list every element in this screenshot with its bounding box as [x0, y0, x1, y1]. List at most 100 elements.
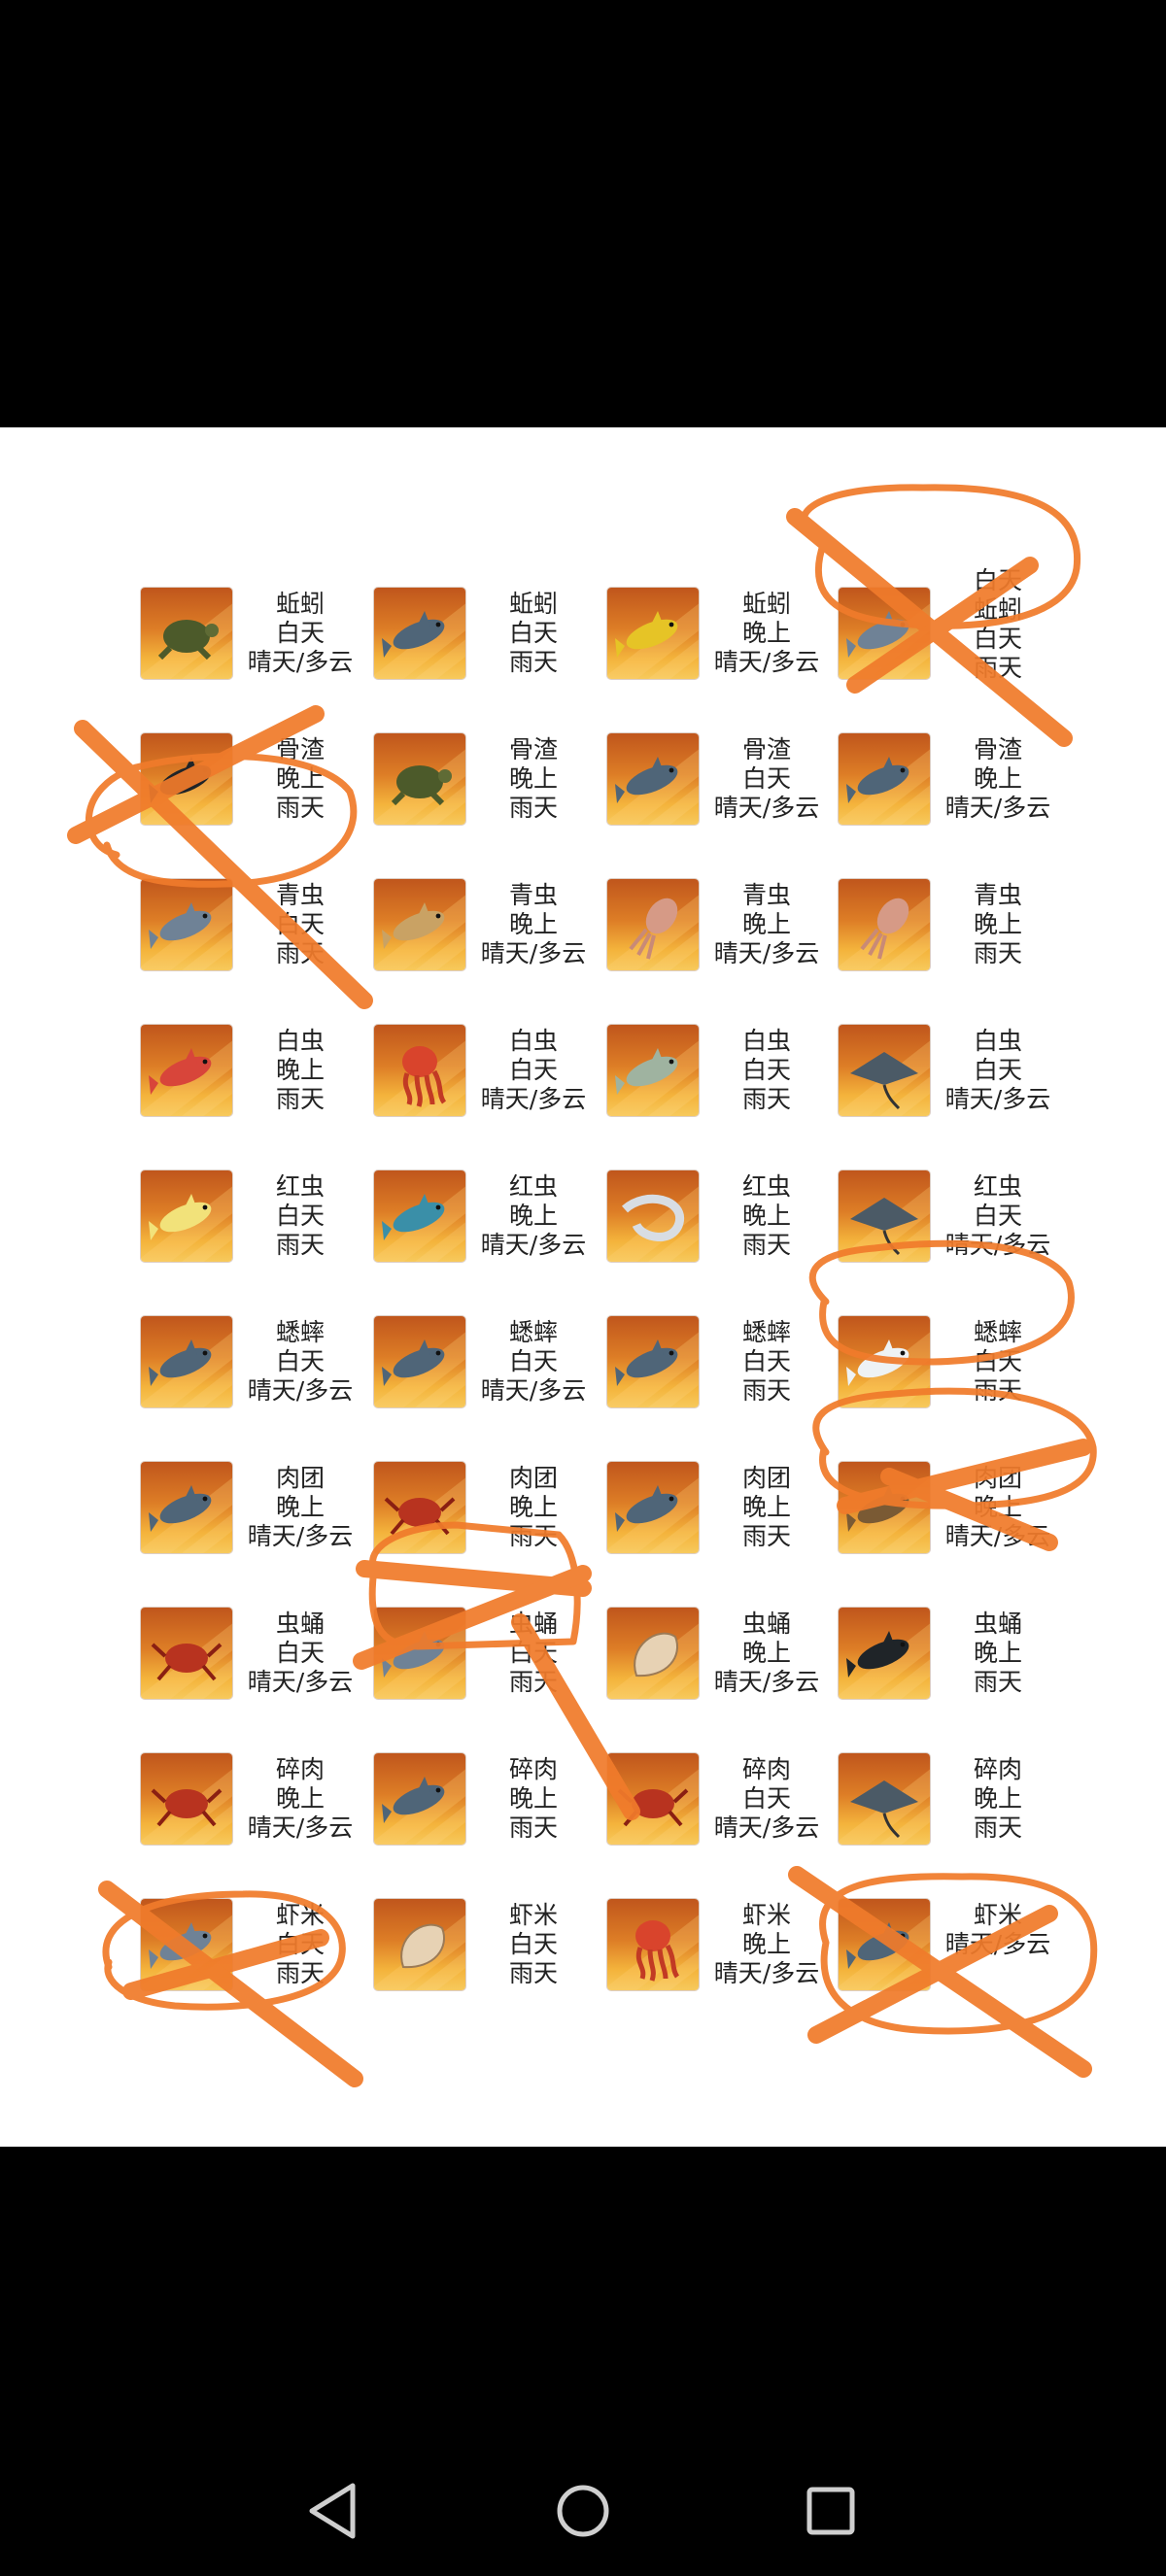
fish-cell: 碎肉 晚上 雨天 — [374, 1753, 607, 1880]
fish-info: 虫蛹 白天 雨天 — [467, 1610, 600, 1697]
fish-cell: 青虫 晚上 晴天/多云 — [607, 879, 840, 1005]
tuna-icon — [607, 733, 699, 825]
fish-time: 白天 — [741, 1056, 791, 1084]
fish-weather: 雨天 — [275, 794, 325, 822]
fish-cell: 碎肉 白天 晴天/多云 — [607, 1753, 840, 1880]
top-black-bar — [0, 0, 1166, 427]
fish-weather: 晴天/多云 — [713, 648, 820, 676]
fish-time: 白天 — [275, 1202, 325, 1230]
fish-info: 碎肉 晚上 雨天 — [932, 1755, 1064, 1843]
fish-weather: 晴天/多云 — [713, 794, 820, 822]
fish-time: 白天 — [973, 1056, 1022, 1084]
fish-time: 晚上 — [741, 1202, 791, 1230]
fish-bait: 红虫 — [973, 1172, 1022, 1201]
fish-bait: 红虫 — [508, 1172, 558, 1201]
whale-shark-icon — [607, 1316, 699, 1407]
fish-bait: 蟋蟀 — [275, 1318, 325, 1346]
spider-crab-icon — [141, 1753, 232, 1845]
fish-bait: 碎肉 — [275, 1755, 325, 1783]
fish-weather: 晴天/多云 — [713, 939, 820, 967]
fish-info: 蚯蚓 白天 雨天 — [467, 590, 600, 677]
dolphin-icon — [607, 1462, 699, 1553]
fish-bait: 虾米 — [508, 1901, 558, 1929]
fish-weather: 雨天 — [508, 648, 558, 676]
fish-weather: 晴天/多云 — [247, 648, 354, 676]
fish-cell: 虫蛹 晚上 雨天 — [839, 1608, 1072, 1734]
fish-cell: 虾米 晴天/多云 — [839, 1899, 1072, 2025]
fish-time: 白天 — [508, 1347, 558, 1375]
fish-info: 红虫 白天 雨天 — [234, 1172, 366, 1260]
fish-bait: 青虫 — [741, 881, 791, 909]
fish-cell: 蚯蚓 白天 晴天/多云 — [141, 588, 374, 714]
seadragon-icon — [839, 879, 930, 970]
fish-bait: 白虫 — [508, 1027, 558, 1055]
fish-bait: 蟋蟀 — [741, 1318, 791, 1346]
fish-cell: 虫蛹 白天 雨天 — [374, 1608, 607, 1734]
fish-info: 肉团 晚上 晴天/多云 — [234, 1464, 366, 1551]
fish-info: 蟋蟀 白天 雨天 — [701, 1318, 833, 1406]
fish-time: 白天 — [508, 619, 558, 647]
fish-time: 晚上 — [508, 1493, 558, 1521]
fish-info: 白虫 白天 晴天/多云 — [932, 1027, 1064, 1114]
fish-info: 蚯蚓 晚上 晴天/多云 — [701, 590, 833, 677]
fish-cell: 红虫 白天 雨天 — [141, 1170, 374, 1297]
sea-cucumber-icon — [374, 1608, 465, 1699]
fish-weather: 雨天 — [741, 1376, 791, 1405]
fish-cell: 骨渣 晚上 雨天 — [374, 733, 607, 860]
recent-apps-icon — [806, 2487, 855, 2535]
fish-weather: 雨天 — [508, 1522, 558, 1550]
fish-bait: 肉团 — [275, 1464, 325, 1492]
fish-info: 肉团 晚上 晴天/多云 — [932, 1464, 1064, 1551]
home-button[interactable] — [544, 2472, 622, 2550]
fish-time: 晚上 — [741, 619, 791, 647]
humpback-icon — [374, 1316, 465, 1407]
back-icon — [309, 2483, 356, 2539]
fish-info: 虾米 白天 雨天 — [467, 1901, 600, 1988]
fish-cell: 骨渣 白天 晴天/多云 — [607, 733, 840, 860]
fish-bait: 骨渣 — [741, 735, 791, 763]
lobster-icon — [141, 1608, 232, 1699]
fish-info: 红虫 晚上 晴天/多云 — [467, 1172, 600, 1260]
fish-time: 白天 — [275, 619, 325, 647]
jellyfish-icon — [374, 1025, 465, 1116]
fish-weather: 雨天 — [275, 1959, 325, 1987]
fish-bait: 碎肉 — [508, 1755, 558, 1783]
fish-weather: 雨天 — [508, 1668, 558, 1696]
fish-time: 晚上 — [741, 910, 791, 938]
fish-info: 青虫 晚上 雨天 — [932, 881, 1064, 968]
fish-time: 白天 — [508, 1056, 558, 1084]
fish-cell: 蟋蟀 白天 雨天 — [607, 1316, 840, 1442]
fish-time: 晚上 — [508, 910, 558, 938]
back-button[interactable] — [296, 2472, 374, 2550]
fish-bait: 骨渣 — [973, 735, 1022, 763]
fish-time: 晚上 — [973, 910, 1022, 938]
dolphin-icon — [839, 1899, 930, 1990]
fish-cell: 肉团 晚上 雨天 — [607, 1462, 840, 1588]
fish-time: 晚上 — [741, 1639, 791, 1667]
fish-info: 肉团 晚上 雨天 — [467, 1464, 600, 1551]
fish-info: 蟋蟀 白天 雨天 — [932, 1318, 1064, 1406]
fish-info: 肉团 晚上 雨天 — [701, 1464, 833, 1551]
fish-weather: 雨天 — [973, 1376, 1022, 1405]
fish-cell: 红虫 晚上 雨天 — [607, 1170, 840, 1297]
fish-time: 晚上 — [275, 1056, 325, 1084]
fish-extra-label: 白天 — [973, 566, 1022, 594]
trout-icon — [607, 1025, 699, 1116]
fish-time: 白天 — [973, 1347, 1022, 1375]
fish-weather: 晴天/多云 — [480, 1231, 587, 1259]
fish-weather: 雨天 — [741, 1522, 791, 1550]
fish-bait: 虾米 — [275, 1901, 325, 1929]
fish-cell: 肉团 晚上 晴天/多云 — [839, 1462, 1072, 1588]
fish-time: 晚上 — [741, 1930, 791, 1958]
fish-cell: 肉团 晚上 雨天 — [374, 1462, 607, 1588]
fish-bait: 蚯蚓 — [275, 590, 325, 618]
fish-cell: 虾米 白天 雨天 — [374, 1899, 607, 2025]
fish-info: 青虫 晚上 晴天/多云 — [701, 881, 833, 968]
fish-bait: 蟋蟀 — [973, 1318, 1022, 1346]
fish-bait: 青虫 — [508, 881, 558, 909]
fish-bait: 蟋蟀 — [508, 1318, 558, 1346]
fish-cell: 红虫 白天 晴天/多云 — [839, 1170, 1072, 1297]
recent-apps-button[interactable] — [792, 2472, 870, 2550]
fish-bait: 青虫 — [275, 881, 325, 909]
fish-time: 晚上 — [508, 1784, 558, 1813]
